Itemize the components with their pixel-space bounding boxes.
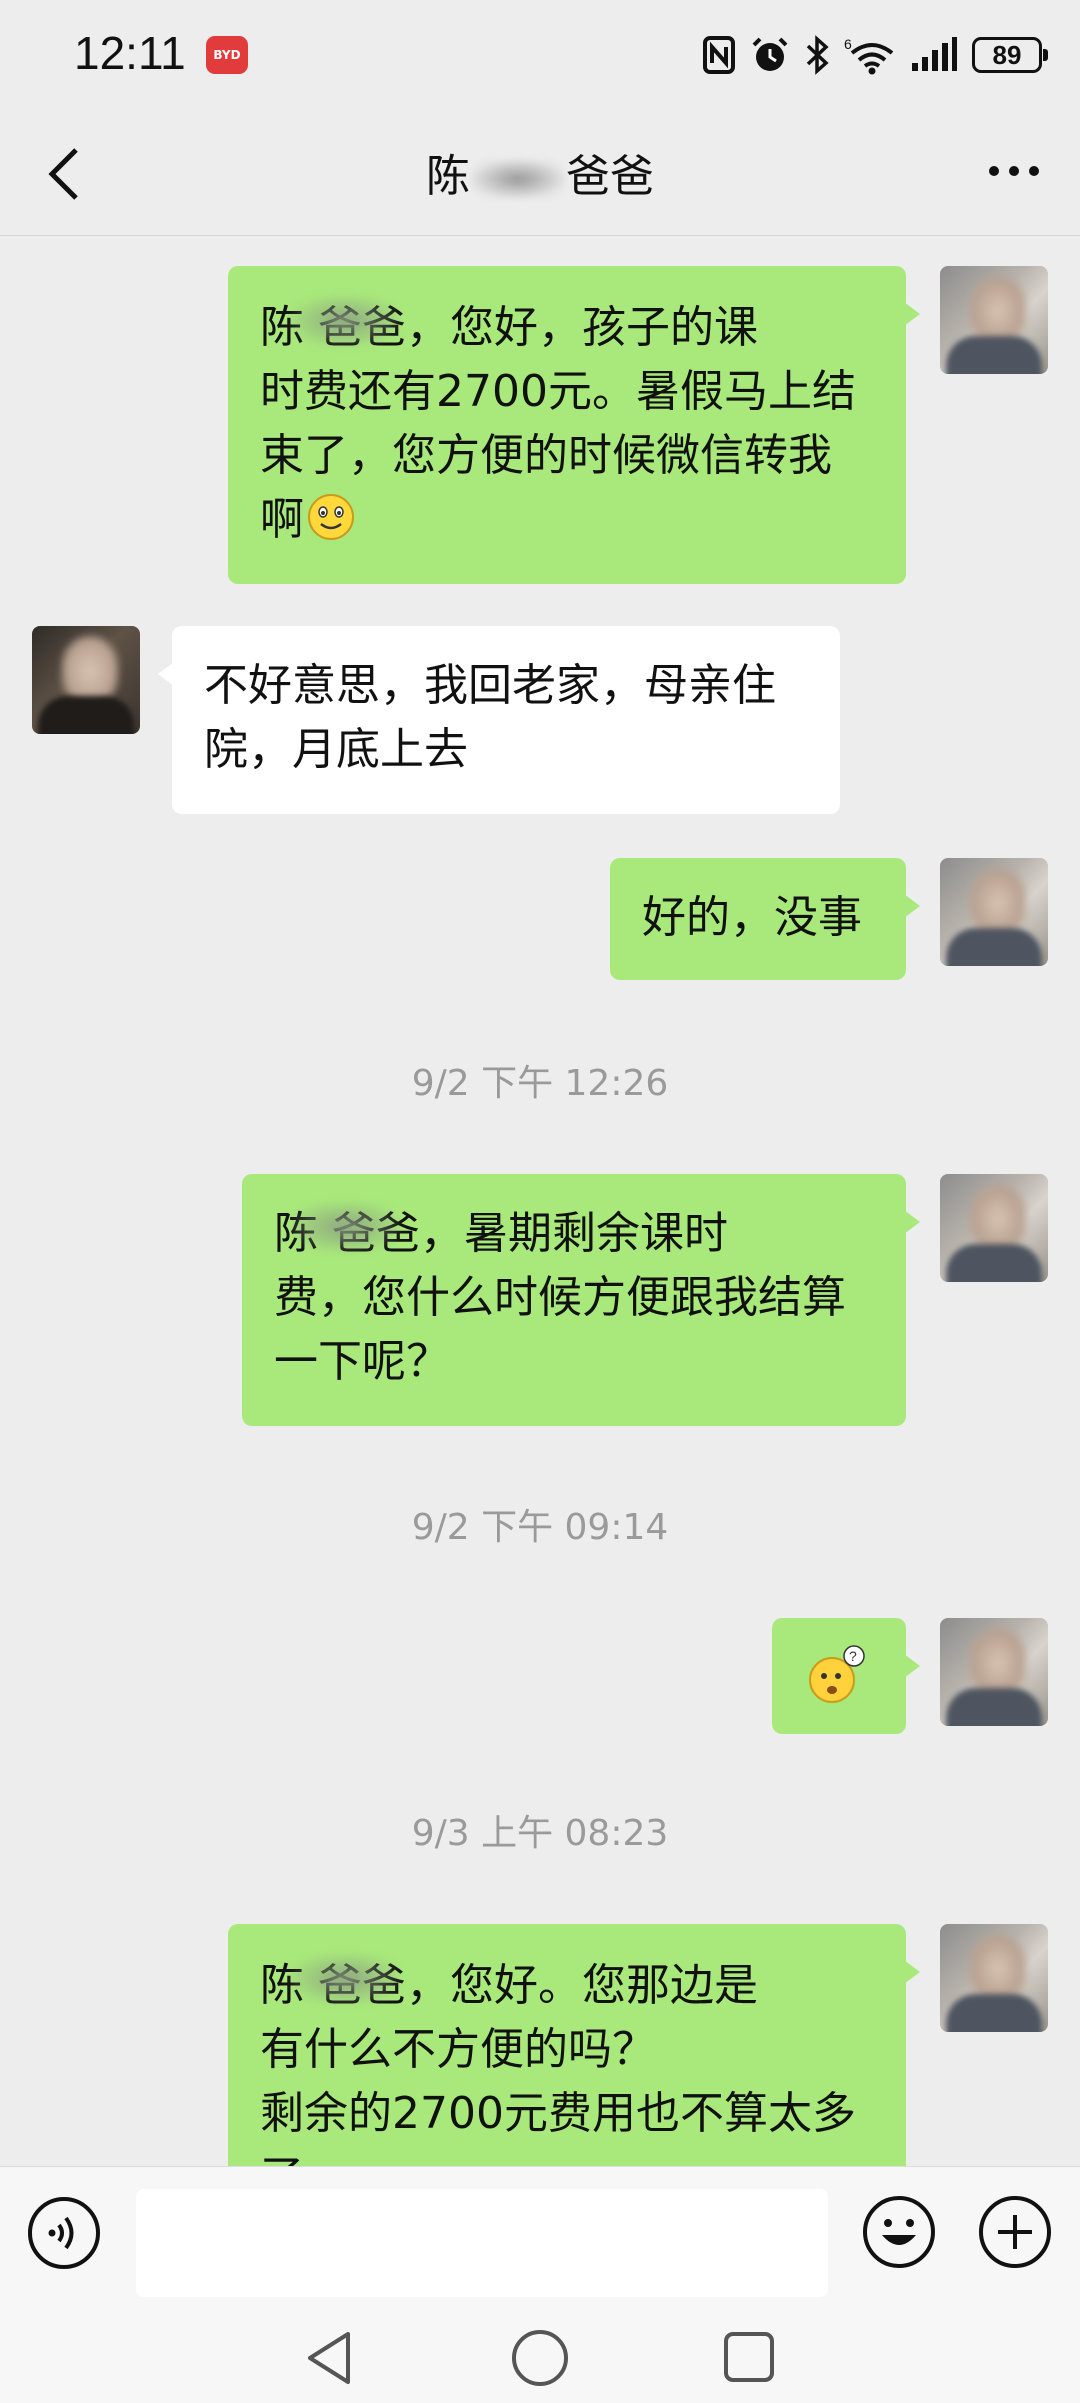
voice-icon[interactable]: [26, 2195, 102, 2271]
message-line: 时费还有2700元。暑假马上结: [260, 366, 856, 417]
timestamp: 9/2 下午 12:26: [411, 1063, 669, 1104]
message-line: 啊: [260, 494, 304, 545]
my-avatar[interactable]: [940, 1924, 1048, 2032]
my-avatar[interactable]: [940, 1174, 1048, 1282]
title-suffix: 爸爸: [566, 151, 654, 202]
puzzled-emoji-icon: ?: [809, 1645, 865, 1703]
bluetooth-icon: [806, 35, 829, 75]
message-line: 好的，没事: [642, 892, 862, 943]
title-prefix: 陈: [426, 151, 470, 202]
smile-emoji-icon: [308, 494, 354, 540]
svg-text:?: ?: [849, 1648, 857, 1664]
chat-area[interactable]: 陈 爸爸，您好，孩子的课 时费还有2700元。暑假马上结 束了，您方便的时候微信…: [0, 236, 1080, 2166]
alarm-icon: [752, 37, 788, 71]
message-line: 院，月底上去: [204, 724, 468, 775]
message-bubble[interactable]: 不好意思，我回老家，母亲住 院，月底上去: [158, 626, 840, 814]
more-dots-icon[interactable]: [986, 156, 1042, 186]
my-avatar[interactable]: [940, 266, 1048, 374]
system-nav-bar: [0, 2302, 1080, 2403]
blurred-name: [290, 1202, 400, 1252]
message-bubble[interactable]: 陈 爸爸，暑期剩余课时 费，您什么时候方便跟我结算 一下呢？: [242, 1174, 920, 1426]
message-line: 了: [260, 2146, 874, 2166]
wifi-icon: 6: [844, 36, 894, 75]
nfc-icon: [703, 36, 735, 74]
status-icons: 6 89: [702, 30, 1048, 80]
message-line: 费，您什么时候方便跟我结算: [274, 1272, 846, 1323]
emoji-icon[interactable]: [860, 2193, 938, 2271]
nav-back-icon[interactable]: [300, 2328, 358, 2388]
message-bubble[interactable]: ?: [772, 1618, 920, 1734]
page-title: 陈 爸爸: [0, 140, 1080, 204]
timestamp: 9/2 下午 09:14: [411, 1507, 669, 1548]
byd-app-icon: BYD: [206, 36, 248, 74]
signal-icon: [912, 37, 957, 71]
message-input[interactable]: [136, 2189, 828, 2297]
message-line: 有什么不方便的吗？: [260, 2024, 656, 2075]
status-time: 12:11: [74, 27, 186, 79]
input-bar: [0, 2166, 1080, 2302]
battery-indicator: 89: [972, 37, 1048, 73]
message-line: 束了，您方便的时候微信转我: [260, 430, 832, 481]
message-line: 不好意思，我回老家，母亲住: [204, 660, 776, 711]
message-line: 剩余的2700元费用也不算太多: [260, 2088, 856, 2139]
status-bar: 12:11 BYD 6 89: [0, 0, 1080, 110]
message-line: 一下呢？: [274, 1336, 450, 1387]
chat-header: 陈 爸爸: [0, 110, 1080, 236]
blurred-name: [290, 296, 400, 346]
network-type: 6: [844, 36, 852, 52]
blurred-name: [470, 159, 566, 199]
message-bubble[interactable]: 好的，没事: [610, 858, 920, 980]
nav-home-icon[interactable]: [510, 2328, 570, 2388]
nav-recent-icon[interactable]: [722, 2330, 776, 2384]
my-avatar[interactable]: [940, 1618, 1048, 1726]
timestamp: 9/3 上午 08:23: [411, 1813, 669, 1854]
contact-avatar[interactable]: [32, 626, 140, 734]
my-avatar[interactable]: [940, 858, 1048, 966]
blurred-name: [290, 1954, 400, 2004]
plus-icon[interactable]: [976, 2193, 1054, 2271]
message-bubble[interactable]: 陈 爸爸，您好，孩子的课 时费还有2700元。暑假马上结 束了，您方便的时候微信…: [228, 266, 920, 584]
message-bubble[interactable]: 陈 爸爸，您好。您那边是 有什么不方便的吗？ 剩余的2700元费用也不算太多 了: [228, 1924, 920, 2166]
